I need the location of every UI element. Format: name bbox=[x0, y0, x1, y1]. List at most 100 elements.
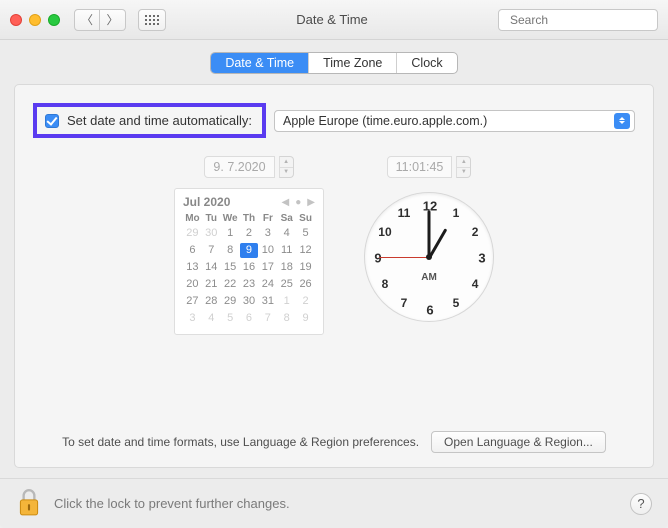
calendar-day[interactable]: 29 bbox=[183, 226, 202, 241]
time-stepper[interactable]: ▲▼ bbox=[456, 156, 471, 178]
calendar-day[interactable]: 30 bbox=[240, 294, 259, 309]
calendar-day[interactable]: 15 bbox=[221, 260, 240, 275]
calendar-day[interactable]: 21 bbox=[202, 277, 221, 292]
tab-date-time[interactable]: Date & Time bbox=[211, 53, 309, 73]
analog-clock: 121234567891011 AM bbox=[364, 192, 494, 322]
calendar-day[interactable]: 4 bbox=[277, 226, 296, 241]
calendar-nav: ◀ ● ▶ bbox=[282, 197, 315, 208]
clock-number: 9 bbox=[374, 251, 381, 266]
calendar-day[interactable]: 17 bbox=[258, 260, 277, 275]
clock-number: 4 bbox=[472, 277, 479, 291]
nav-buttons: 〈 〉 bbox=[74, 9, 126, 31]
dropdown-arrow-icon bbox=[614, 113, 630, 129]
help-button[interactable]: ? bbox=[630, 493, 652, 515]
calendar-today-icon[interactable]: ● bbox=[295, 197, 301, 208]
calendar-day[interactable]: 16 bbox=[240, 260, 259, 275]
time-field[interactable]: 11:01:45 bbox=[387, 156, 453, 178]
panel: Set date and time automatically: Apple E… bbox=[14, 84, 654, 468]
titlebar: 〈 〉 Date & Time bbox=[0, 0, 668, 40]
tab-time-zone[interactable]: Time Zone bbox=[309, 53, 397, 73]
bottom-bar: Click the lock to prevent further change… bbox=[0, 478, 668, 528]
calendar-day[interactable]: 2 bbox=[296, 294, 315, 309]
footer-hint: To set date and time formats, use Langua… bbox=[62, 435, 419, 449]
calendar-day[interactable]: 12 bbox=[296, 243, 315, 258]
clock-number: 2 bbox=[472, 225, 479, 239]
calendar[interactable]: Jul 2020 ◀ ● ▶ MoTuWeThFrSaSu29301234567… bbox=[174, 188, 324, 335]
calendar-day[interactable]: 31 bbox=[258, 294, 277, 309]
auto-set-label: Set date and time automatically: bbox=[67, 113, 252, 128]
calendar-day[interactable]: 30 bbox=[202, 226, 221, 241]
calendar-day[interactable]: 3 bbox=[258, 226, 277, 241]
tab-clock[interactable]: Clock bbox=[397, 53, 456, 73]
clock-ampm: AM bbox=[421, 272, 437, 283]
close-window-icon[interactable] bbox=[10, 14, 22, 26]
calendar-day[interactable]: 22 bbox=[221, 277, 240, 292]
calendar-day[interactable]: 18 bbox=[277, 260, 296, 275]
calendar-day[interactable]: 13 bbox=[183, 260, 202, 275]
clock-number: 3 bbox=[478, 251, 485, 266]
search-field[interactable] bbox=[498, 9, 658, 31]
traffic-lights bbox=[10, 14, 60, 26]
calendar-day[interactable]: 4 bbox=[202, 311, 221, 326]
calendar-day[interactable]: 5 bbox=[296, 226, 315, 241]
calendar-day[interactable]: 29 bbox=[221, 294, 240, 309]
time-server-value: Apple Europe (time.euro.apple.com.) bbox=[283, 114, 487, 128]
calendar-day[interactable]: 7 bbox=[202, 243, 221, 258]
window-title: Date & Time bbox=[174, 12, 490, 27]
columns: 9. 7.2020 ▲▼ Jul 2020 ◀ ● ▶ MoTuWeT bbox=[33, 156, 635, 417]
clock-number: 6 bbox=[426, 303, 433, 318]
calendar-day[interactable]: 11 bbox=[277, 243, 296, 258]
calendar-day[interactable]: 6 bbox=[183, 243, 202, 258]
open-language-region-button[interactable]: Open Language & Region... bbox=[431, 431, 606, 453]
calendar-day[interactable]: 14 bbox=[202, 260, 221, 275]
panel-footer: To set date and time formats, use Langua… bbox=[33, 431, 635, 453]
time-column: 11:01:45 ▲▼ 121234567891011 AM bbox=[364, 156, 494, 417]
calendar-month-label: Jul 2020 bbox=[183, 195, 230, 209]
forward-button[interactable]: 〉 bbox=[100, 9, 126, 31]
zoom-window-icon[interactable] bbox=[48, 14, 60, 26]
calendar-day[interactable]: 3 bbox=[183, 311, 202, 326]
minimize-window-icon[interactable] bbox=[29, 14, 41, 26]
calendar-day[interactable]: 6 bbox=[240, 311, 259, 326]
calendar-day[interactable]: 2 bbox=[240, 226, 259, 241]
tab-bar: Date & Time Time Zone Clock bbox=[210, 52, 457, 74]
calendar-day[interactable]: 19 bbox=[296, 260, 315, 275]
preferences-window: 〈 〉 Date & Time Date & Time Time Zone Cl… bbox=[0, 0, 668, 528]
calendar-day[interactable]: 5 bbox=[221, 311, 240, 326]
search-input[interactable] bbox=[510, 13, 665, 27]
calendar-day[interactable]: 24 bbox=[258, 277, 277, 292]
content: Date & Time Time Zone Clock Set date and… bbox=[0, 40, 668, 478]
calendar-day[interactable]: 9 bbox=[240, 243, 259, 258]
calendar-grid: MoTuWeThFrSaSu29301234567891011121314151… bbox=[183, 213, 315, 326]
calendar-day[interactable]: 7 bbox=[258, 311, 277, 326]
calendar-day[interactable]: 1 bbox=[277, 294, 296, 309]
lock-label: Click the lock to prevent further change… bbox=[54, 496, 290, 511]
clock-pin bbox=[426, 254, 432, 260]
calendar-day[interactable]: 23 bbox=[240, 277, 259, 292]
show-all-button[interactable] bbox=[138, 9, 166, 31]
date-field[interactable]: 9. 7.2020 bbox=[204, 156, 274, 178]
calendar-day[interactable]: 8 bbox=[221, 243, 240, 258]
time-server-dropdown[interactable]: Apple Europe (time.euro.apple.com.) bbox=[274, 110, 635, 132]
clock-number: 11 bbox=[398, 206, 411, 220]
back-button[interactable]: 〈 bbox=[74, 9, 100, 31]
calendar-next-icon[interactable]: ▶ bbox=[307, 197, 315, 208]
calendar-day[interactable]: 26 bbox=[296, 277, 315, 292]
auto-set-checkbox[interactable] bbox=[45, 114, 59, 128]
calendar-day[interactable]: 10 bbox=[258, 243, 277, 258]
calendar-day[interactable]: 25 bbox=[277, 277, 296, 292]
calendar-day[interactable]: 28 bbox=[202, 294, 221, 309]
clock-number: 8 bbox=[382, 277, 389, 291]
grid-icon bbox=[145, 15, 159, 25]
lock-icon[interactable] bbox=[16, 487, 42, 520]
calendar-day[interactable]: 20 bbox=[183, 277, 202, 292]
clock-number: 7 bbox=[401, 296, 408, 310]
calendar-day[interactable]: 27 bbox=[183, 294, 202, 309]
date-stepper[interactable]: ▲▼ bbox=[279, 156, 294, 178]
calendar-day[interactable]: 8 bbox=[277, 311, 296, 326]
highlight-box: Set date and time automatically: bbox=[33, 103, 266, 138]
calendar-day[interactable]: 1 bbox=[221, 226, 240, 241]
calendar-day[interactable]: 9 bbox=[296, 311, 315, 326]
calendar-prev-icon[interactable]: ◀ bbox=[282, 197, 290, 208]
clock-number: 1 bbox=[453, 206, 460, 220]
